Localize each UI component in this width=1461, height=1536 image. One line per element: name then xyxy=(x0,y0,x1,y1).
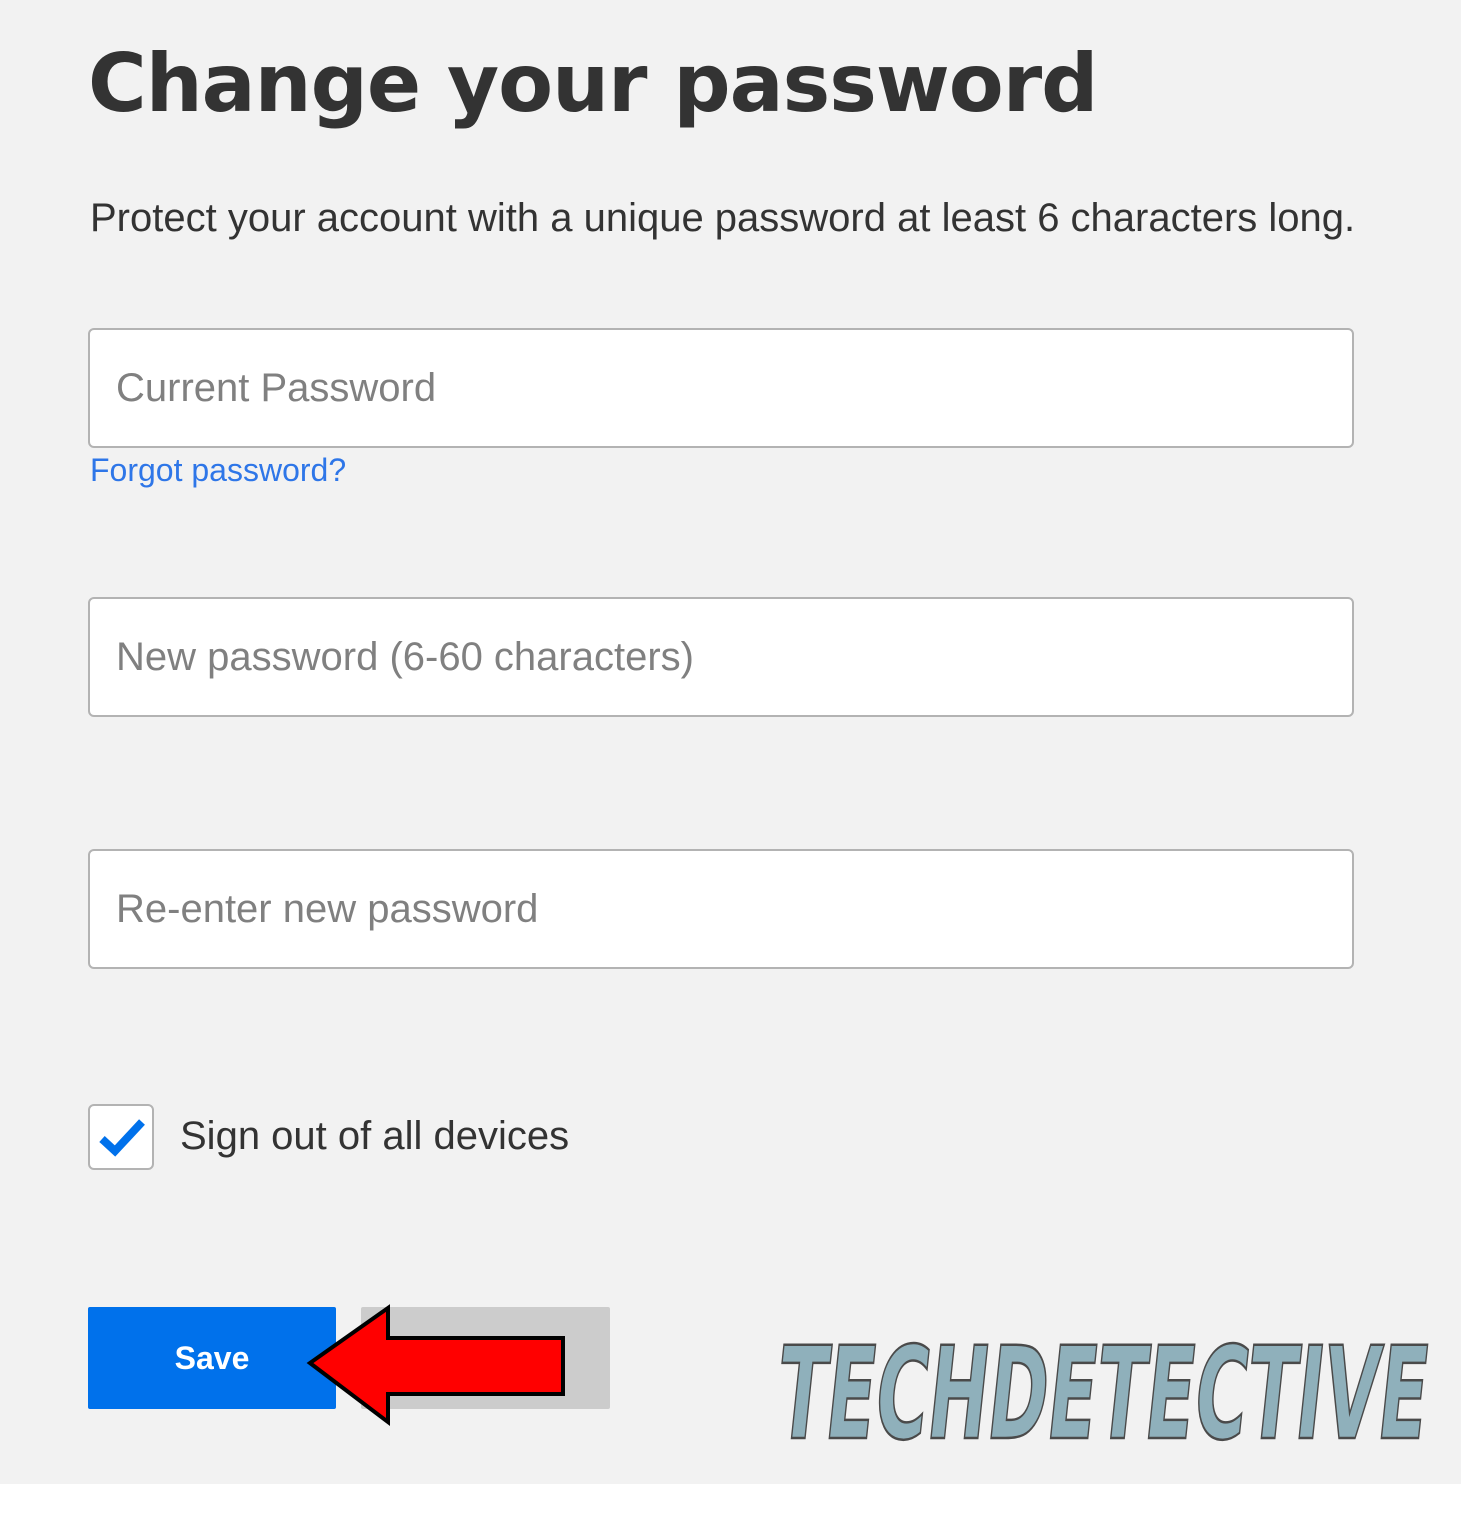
page-subtitle: Protect your account with a unique passw… xyxy=(90,196,1356,240)
watermark-text: TECHDETECTIVE xyxy=(780,1322,1436,1447)
current-password-input[interactable] xyxy=(88,328,1354,448)
page-title: Change your password xyxy=(88,37,1098,130)
new-password-input[interactable] xyxy=(88,597,1354,717)
sign-out-all-checkbox[interactable] xyxy=(88,1104,154,1170)
change-password-panel: Change your password Protect your accoun… xyxy=(0,0,1461,1484)
checkmark-icon xyxy=(99,1119,145,1157)
forgot-password-link[interactable]: Forgot password? xyxy=(90,452,346,489)
techdetective-logo: TECHDETECTIVE xyxy=(780,1322,1437,1447)
reenter-password-input[interactable] xyxy=(88,849,1354,969)
save-button[interactable]: Save xyxy=(88,1307,336,1409)
left-arrow-icon xyxy=(306,1304,565,1427)
sign-out-all-label: Sign out of all devices xyxy=(180,1114,570,1158)
